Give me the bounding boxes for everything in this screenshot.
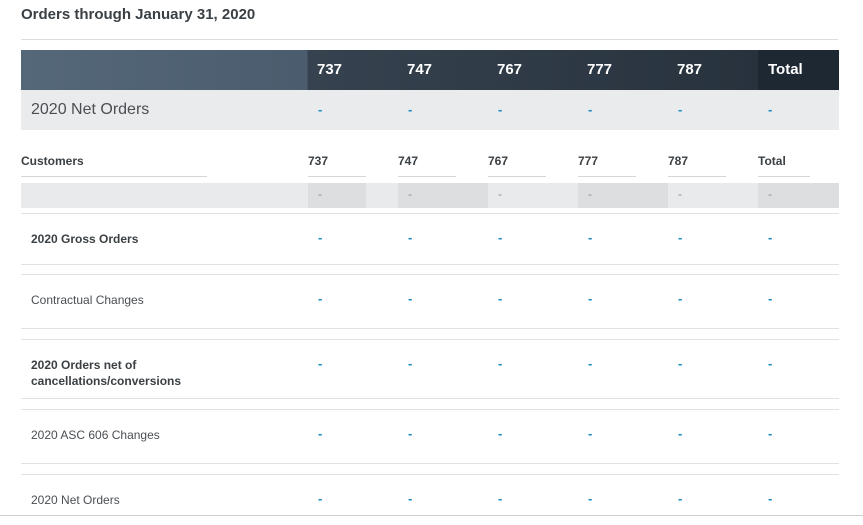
net-orders-777: - bbox=[588, 491, 593, 506]
net-orders-747: - bbox=[408, 491, 413, 506]
bottom-border bbox=[0, 515, 863, 516]
asc606-changes-747: - bbox=[408, 426, 413, 441]
customers-col-underline bbox=[398, 176, 456, 177]
summary-value-737: - bbox=[318, 102, 323, 117]
contractual-changes-777: - bbox=[588, 291, 593, 306]
summary-row-label: 2020 Net Orders bbox=[31, 101, 150, 118]
customers-cell bbox=[308, 183, 366, 208]
asc606-changes-787: - bbox=[678, 426, 683, 441]
customers-col-747: 747 bbox=[398, 154, 419, 168]
gross-orders-787: - bbox=[678, 230, 683, 245]
row-divider bbox=[21, 264, 839, 265]
net-orders-total: - bbox=[768, 491, 773, 506]
summary-value-787: - bbox=[678, 102, 683, 117]
title-divider bbox=[21, 39, 838, 40]
customers-value-737: - bbox=[318, 187, 322, 201]
asc606-changes-total: - bbox=[768, 426, 773, 441]
summary-value-total: - bbox=[768, 102, 773, 117]
row-label-contractual-changes: Contractual Changes bbox=[31, 293, 144, 307]
row-divider bbox=[21, 213, 839, 214]
customers-value-777: - bbox=[588, 187, 592, 201]
summary-col-767: 767 bbox=[497, 61, 523, 78]
orders-net-737: - bbox=[318, 356, 323, 371]
customers-col-underline bbox=[578, 176, 636, 177]
customers-col-777: 777 bbox=[578, 154, 599, 168]
row-label-net-orders: 2020 Net Orders bbox=[31, 493, 120, 507]
contractual-changes-747: - bbox=[408, 291, 413, 306]
customers-value-767: - bbox=[498, 187, 502, 201]
customers-col-total: Total bbox=[758, 154, 786, 168]
row-divider bbox=[21, 398, 839, 399]
summary-value-747: - bbox=[408, 102, 413, 117]
net-orders-737: - bbox=[318, 491, 323, 506]
row-divider bbox=[21, 474, 839, 475]
summary-col-777: 777 bbox=[587, 61, 613, 78]
customers-col-767: 767 bbox=[488, 154, 509, 168]
gross-orders-737: - bbox=[318, 230, 323, 245]
orders-net-787: - bbox=[678, 356, 683, 371]
summary-value-767: - bbox=[498, 102, 503, 117]
contractual-changes-767: - bbox=[498, 291, 503, 306]
row-label-orders-net-line1: 2020 Orders net of bbox=[31, 358, 137, 372]
summary-table-header: 737 747 767 777 787 Total bbox=[21, 50, 839, 90]
net-orders-767: - bbox=[498, 491, 503, 506]
customers-col-787: 787 bbox=[668, 154, 689, 168]
page-title: Orders through January 31, 2020 bbox=[21, 6, 256, 23]
customers-col-737: 737 bbox=[308, 154, 329, 168]
orders-net-747: - bbox=[408, 356, 413, 371]
contractual-changes-787: - bbox=[678, 291, 683, 306]
row-divider bbox=[21, 463, 839, 464]
gross-orders-747: - bbox=[408, 230, 413, 245]
row-divider bbox=[21, 409, 839, 410]
net-orders-787: - bbox=[678, 491, 683, 506]
summary-col-737: 737 bbox=[317, 61, 343, 78]
row-divider bbox=[21, 274, 839, 275]
summary-row: 2020 Net Orders bbox=[21, 90, 839, 130]
summary-col-787: 787 bbox=[677, 61, 703, 78]
gross-orders-777: - bbox=[588, 230, 593, 245]
customers-header-label: Customers bbox=[21, 154, 84, 168]
asc606-changes-767: - bbox=[498, 426, 503, 441]
customers-col-underline bbox=[308, 176, 366, 177]
gross-orders-767: - bbox=[498, 230, 503, 245]
row-divider bbox=[21, 339, 839, 340]
asc606-changes-777: - bbox=[588, 426, 593, 441]
asc606-changes-737: - bbox=[318, 426, 323, 441]
customers-col-underline bbox=[488, 176, 546, 177]
contractual-changes-total: - bbox=[768, 291, 773, 306]
contractual-changes-737: - bbox=[318, 291, 323, 306]
row-divider bbox=[21, 328, 839, 329]
row-label-gross-orders: 2020 Gross Orders bbox=[31, 232, 139, 246]
customers-col-underline bbox=[758, 176, 810, 177]
customers-value-total: - bbox=[768, 187, 772, 201]
customers-header-underline bbox=[21, 176, 207, 177]
orders-net-777: - bbox=[588, 356, 593, 371]
summary-col-total: Total bbox=[768, 61, 803, 78]
orders-net-767: - bbox=[498, 356, 503, 371]
row-label-asc606-changes: 2020 ASC 606 Changes bbox=[31, 428, 160, 442]
customers-value-747: - bbox=[408, 187, 412, 201]
gross-orders-total: - bbox=[768, 230, 773, 245]
customers-col-underline bbox=[668, 176, 726, 177]
orders-net-total: - bbox=[768, 356, 773, 371]
summary-col-747: 747 bbox=[407, 61, 433, 78]
customers-value-787: - bbox=[678, 187, 682, 201]
row-label-orders-net-line2: cancellations/conversions bbox=[31, 374, 182, 388]
summary-value-777: - bbox=[588, 102, 593, 117]
